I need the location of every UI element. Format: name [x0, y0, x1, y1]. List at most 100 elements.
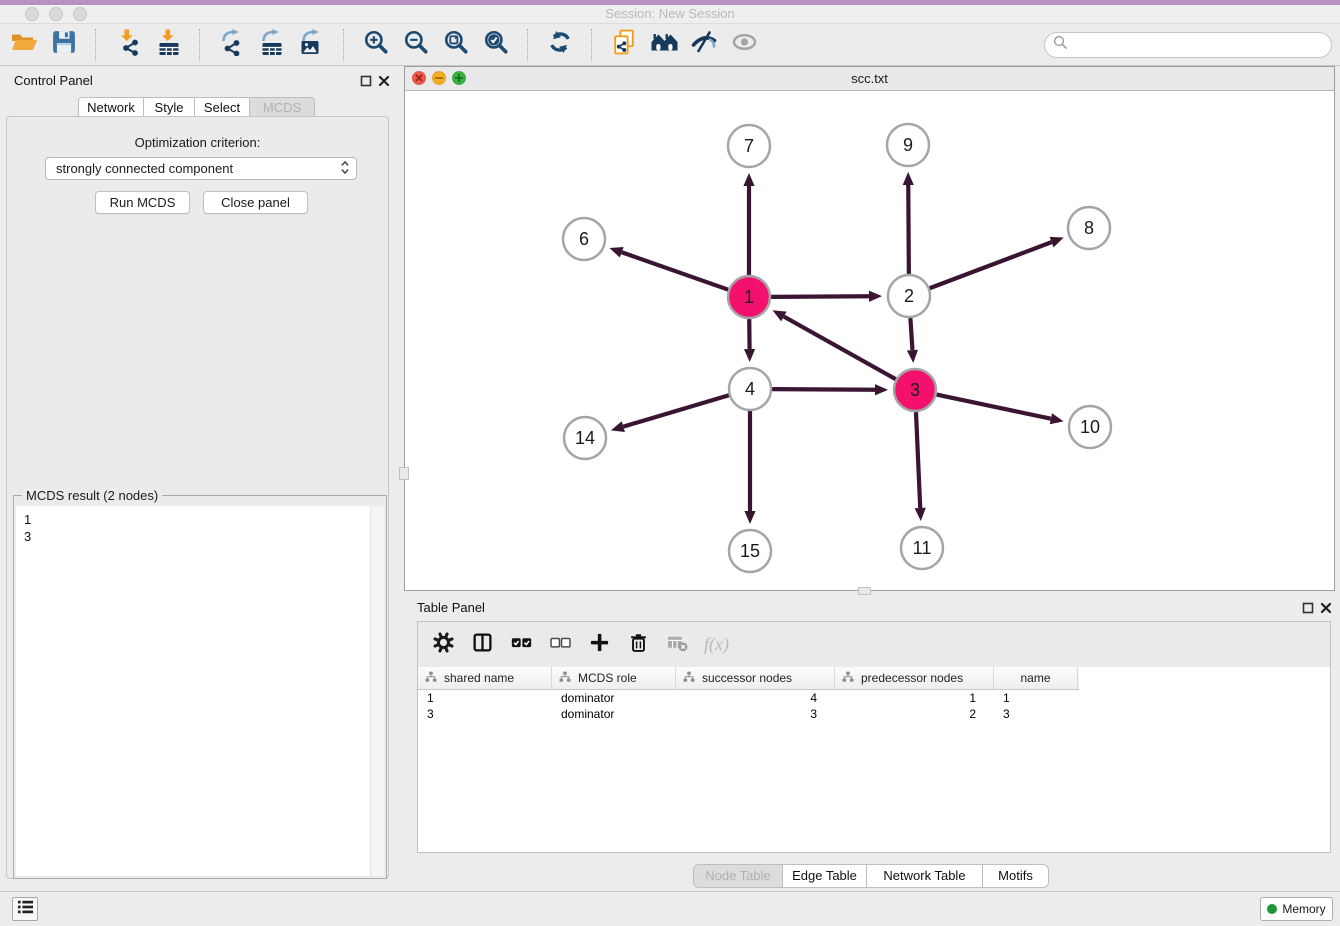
zoom-in-button[interactable]: [362, 30, 390, 60]
search-box[interactable]: [1044, 32, 1332, 58]
zoom-selected-button[interactable]: [482, 30, 510, 60]
cell-MCDS-role[interactable]: dominator: [552, 706, 676, 722]
graph-node-2[interactable]: 2: [888, 275, 930, 317]
column-header-name[interactable]: name: [994, 667, 1078, 689]
show-panels-button[interactable]: [730, 30, 758, 60]
import-table-button[interactable]: [154, 30, 182, 60]
graph-edge-3-10[interactable]: [937, 395, 1064, 425]
tab-network[interactable]: Network: [78, 97, 144, 118]
import-network-button[interactable]: [114, 30, 142, 60]
node-table-container: f(x) shared nameMCDS rolesuccessor nodes…: [417, 621, 1331, 853]
delete-column-button[interactable]: [626, 633, 650, 657]
tab-network-table[interactable]: Network Table: [866, 864, 983, 888]
graph-node-15[interactable]: 15: [729, 530, 771, 572]
control-panel-close-button[interactable]: [377, 74, 391, 88]
graph-edge-1-7[interactable]: [743, 173, 754, 275]
add-column-button[interactable]: [587, 633, 611, 657]
graph-node-10[interactable]: 10: [1069, 406, 1111, 448]
zoom-out-button[interactable]: [402, 30, 430, 60]
graph-edge-4-14[interactable]: [611, 395, 729, 432]
cell-MCDS-role[interactable]: dominator: [552, 690, 676, 706]
select-all-button[interactable]: [509, 633, 533, 657]
table-row[interactable]: 1dominator411: [418, 690, 1330, 706]
table-row[interactable]: 3dominator323: [418, 706, 1330, 722]
close-panel-button[interactable]: Close panel: [203, 191, 308, 214]
table-panel-close-button[interactable]: [1319, 601, 1333, 615]
run-mcds-button[interactable]: Run MCDS: [95, 191, 190, 214]
result-scrollbar[interactable]: [370, 506, 384, 876]
export-table-button[interactable]: [258, 30, 286, 60]
mcds-result-title: MCDS result (2 nodes): [22, 488, 162, 503]
column-resize-button[interactable]: [470, 633, 494, 657]
table-panel-float-button[interactable]: [1301, 601, 1315, 615]
refresh-icon: [547, 29, 573, 60]
search-input[interactable]: [1072, 36, 1323, 53]
graph-edge-2-8[interactable]: [930, 237, 1064, 288]
session-title: Session: New Session: [0, 5, 1340, 23]
graph-node-9[interactable]: 9: [887, 124, 929, 166]
graph-edge-1-6[interactable]: [609, 247, 728, 290]
clone-network-button[interactable]: [610, 30, 638, 60]
cell-predecessor-nodes[interactable]: 1: [835, 690, 994, 706]
column-header-successor-nodes[interactable]: successor nodes: [676, 667, 835, 689]
column-header-MCDS-role[interactable]: MCDS role: [552, 667, 676, 689]
tab-motifs[interactable]: Motifs: [982, 864, 1049, 888]
unselect-all-button[interactable]: [548, 633, 572, 657]
tab-edge-table[interactable]: Edge Table: [782, 864, 867, 888]
tab-style[interactable]: Style: [143, 97, 195, 118]
home-button[interactable]: [650, 30, 678, 60]
tab-mcds[interactable]: MCDS: [249, 97, 315, 118]
graph-node-3[interactable]: 3: [894, 369, 936, 411]
export-image-button[interactable]: [298, 30, 326, 60]
svg-text:15: 15: [740, 541, 760, 561]
graph-node-1[interactable]: 1: [728, 276, 770, 318]
graph-edge-1-4[interactable]: [744, 319, 755, 362]
network-minimize-button[interactable]: [432, 71, 446, 85]
graph-node-4[interactable]: 4: [729, 368, 771, 410]
delete-column-icon: [628, 632, 649, 658]
criterion-dropdown[interactable]: strongly connected component: [45, 157, 357, 180]
save-session-button[interactable]: [50, 30, 78, 60]
network-zoom-button[interactable]: [452, 71, 466, 85]
zoom-out-icon: [403, 29, 429, 60]
mcds-result-area[interactable]: 13: [16, 506, 384, 876]
graph-node-6[interactable]: 6: [563, 218, 605, 260]
column-header-predecessor-nodes[interactable]: predecessor nodes: [835, 667, 994, 689]
cell-shared-name[interactable]: 1: [418, 690, 552, 706]
graph-edge-2-9[interactable]: [903, 172, 914, 274]
svg-text:9: 9: [903, 135, 913, 155]
gear-button[interactable]: [431, 633, 455, 657]
control-panel-float-button[interactable]: [359, 74, 373, 88]
tab-node-table[interactable]: Node Table: [693, 864, 783, 888]
network-close-button[interactable]: [412, 71, 426, 85]
graph-edge-3-1[interactable]: [773, 310, 896, 379]
export-network-icon: [219, 29, 246, 61]
graph-node-11[interactable]: 11: [901, 527, 943, 569]
vertical-splitter-handle[interactable]: [399, 467, 409, 480]
cell-successor-nodes[interactable]: 4: [676, 690, 835, 706]
open-session-button[interactable]: [10, 30, 38, 60]
cell-name[interactable]: 3: [994, 706, 1078, 722]
graph-node-14[interactable]: 14: [564, 417, 606, 459]
export-network-button[interactable]: [218, 30, 246, 60]
graph-node-8[interactable]: 8: [1068, 207, 1110, 249]
graph-edge-3-11[interactable]: [915, 412, 926, 521]
zoom-fit-button[interactable]: [442, 30, 470, 60]
cell-successor-nodes[interactable]: 3: [676, 706, 835, 722]
cell-predecessor-nodes[interactable]: 2: [835, 706, 994, 722]
network-graph-canvas[interactable]: 7 9 6 8 1 2 4 3 14 10 15 11: [405, 90, 1334, 590]
graph-edge-4-3[interactable]: [772, 384, 888, 395]
memory-button[interactable]: Memory: [1260, 897, 1333, 921]
graph-node-7[interactable]: 7: [728, 125, 770, 167]
graph-edge-1-2[interactable]: [771, 291, 882, 302]
cell-name[interactable]: 1: [994, 690, 1078, 706]
tab-select[interactable]: Select: [194, 97, 250, 118]
column-header-shared-name[interactable]: shared name: [418, 667, 552, 689]
graph-edge-4-15[interactable]: [744, 411, 755, 524]
graph-edge-2-3[interactable]: [907, 318, 918, 363]
hide-panels-button[interactable]: [690, 30, 718, 60]
cell-shared-name[interactable]: 3: [418, 706, 552, 722]
task-history-button[interactable]: [12, 897, 38, 921]
refresh-button[interactable]: [546, 30, 574, 60]
clone-network-icon: [611, 29, 638, 61]
